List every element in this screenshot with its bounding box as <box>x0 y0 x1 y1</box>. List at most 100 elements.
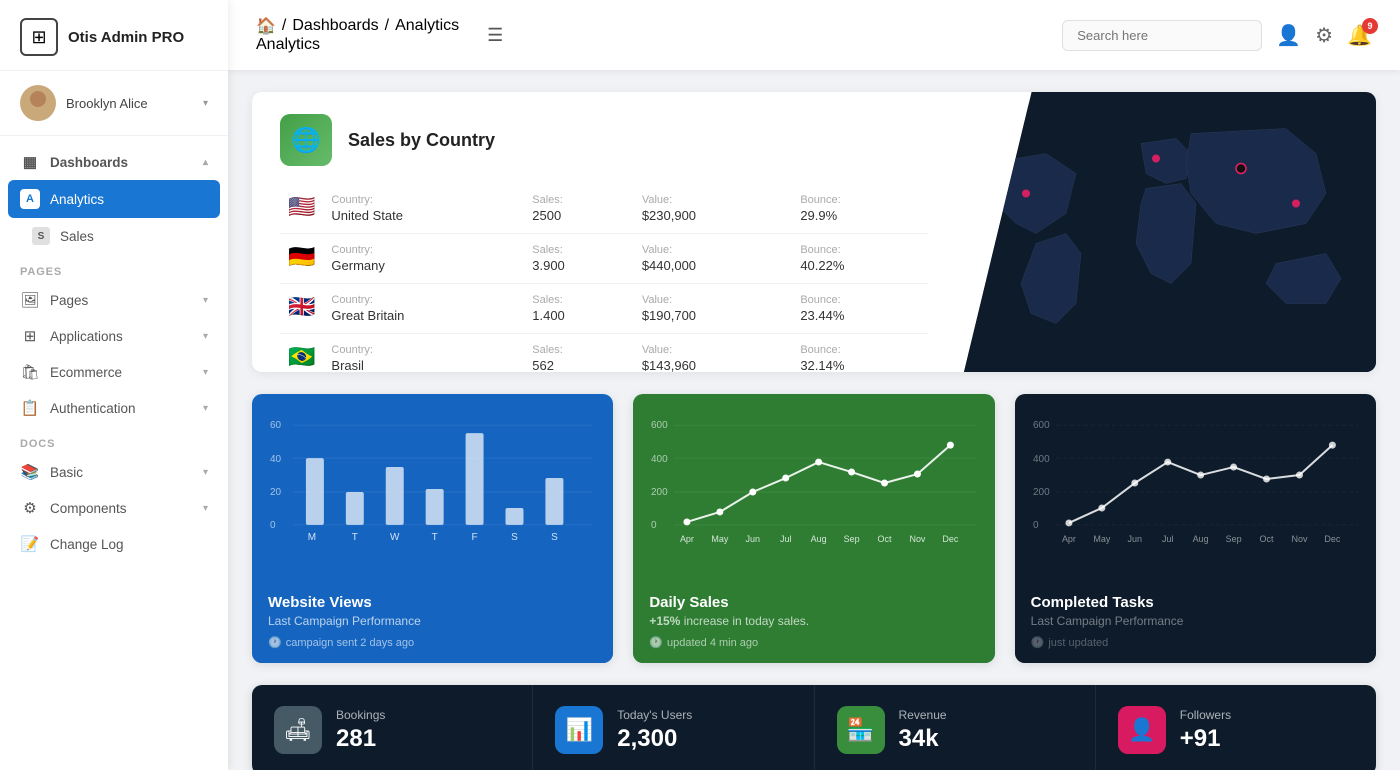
svg-text:Jun: Jun <box>746 534 760 544</box>
sidebar-item-authentication[interactable]: 📋 Authentication ▾ <box>0 390 228 426</box>
sidebar-item-applications[interactable]: ⊞ Applications ▾ <box>0 318 228 354</box>
svg-text:May: May <box>712 534 729 544</box>
daily-sales-subtitle: +15% increase in today sales. <box>649 614 978 628</box>
svg-text:Sep: Sep <box>844 534 860 544</box>
sales-card-title: Sales by Country <box>348 130 495 151</box>
svg-text:S: S <box>551 532 558 543</box>
bounce-cell: Bounce: 40.22% <box>792 234 928 284</box>
analytics-icon: A <box>20 189 40 209</box>
sales-label: Sales <box>60 229 208 244</box>
country-table: 🇺🇸 Country: United State Sales: 2500 Val… <box>280 184 928 372</box>
today-users-label: Today's Users <box>617 708 692 722</box>
today-users-icon: 📊 <box>555 706 603 754</box>
bookings-label: Bookings <box>336 708 385 722</box>
menu-icon[interactable]: ☰ <box>487 25 503 46</box>
today-users-stat: 📊 Today's Users 2,300 <box>533 685 814 770</box>
page-title: Analytics <box>256 36 459 54</box>
svg-text:60: 60 <box>270 420 282 431</box>
ecommerce-chevron: ▾ <box>203 367 208 378</box>
svg-text:F: F <box>472 532 478 543</box>
svg-text:200: 200 <box>651 487 668 498</box>
daily-sales-highlight: +15% <box>649 614 680 628</box>
daily-sales-title: Daily Sales <box>649 594 978 611</box>
page-content: 🌐 Sales by Country 🇺🇸 Country: United St… <box>228 70 1400 770</box>
sales-cell: Sales: 3.900 <box>524 234 634 284</box>
components-label: Components <box>50 501 193 516</box>
svg-text:Jun: Jun <box>1127 534 1141 544</box>
changelog-icon: 📝 <box>20 535 40 553</box>
settings-icon[interactable]: ⚙ <box>1315 23 1333 48</box>
country-flag: 🇬🇧 <box>280 284 323 334</box>
svg-text:Nov: Nov <box>1291 534 1307 544</box>
completed-tasks-subtitle: Last Campaign Performance <box>1031 614 1360 628</box>
sidebar-item-sales[interactable]: S Sales <box>0 218 228 254</box>
user-chevron-icon: ▾ <box>203 98 208 109</box>
pages-icon: 🖼 <box>20 291 40 309</box>
svg-text:Sep: Sep <box>1225 534 1241 544</box>
svg-text:0: 0 <box>270 520 276 531</box>
svg-text:May: May <box>1093 534 1110 544</box>
today-users-value: 2,300 <box>617 725 692 753</box>
components-icon: ⚙ <box>20 499 40 517</box>
svg-text:400: 400 <box>1033 454 1050 465</box>
docs-section-label: DOCS <box>0 426 228 454</box>
sidebar-item-ecommerce[interactable]: 🛍 Ecommerce ▾ <box>0 354 228 390</box>
bounce-cell: Bounce: 32.14% <box>792 334 928 373</box>
website-views-title: Website Views <box>268 594 597 611</box>
value-cell: Value: $190,700 <box>634 284 793 334</box>
country-name-cell: Country: Great Britain <box>323 284 524 334</box>
svg-text:Apr: Apr <box>1062 534 1076 544</box>
bounce-cell: Bounce: 23.44% <box>792 284 928 334</box>
svg-text:Dec: Dec <box>1324 534 1340 544</box>
sidebar-item-components[interactable]: ⚙ Components ▾ <box>0 490 228 526</box>
sidebar-item-changelog[interactable]: 📝 Change Log <box>0 526 228 562</box>
bounce-cell: Bounce: 29.9% <box>792 184 928 234</box>
svg-text:600: 600 <box>651 420 668 431</box>
revenue-value: 34k <box>899 725 947 753</box>
daily-sales-meta: 🕐 updated 4 min ago <box>649 636 978 649</box>
website-views-chart: 60 40 20 0 <box>252 394 613 580</box>
components-chevron: ▾ <box>203 503 208 514</box>
breadcrumb: 🏠 / Dashboards / Analytics Analytics <box>256 16 459 54</box>
website-views-card: 60 40 20 0 <box>252 394 613 663</box>
followers-label: Followers <box>1180 708 1231 722</box>
bookings-icon: 🛋 <box>274 706 322 754</box>
sidebar-item-basic[interactable]: 📚 Basic ▾ <box>0 454 228 490</box>
home-icon: 🏠 <box>256 16 276 36</box>
svg-text:Oct: Oct <box>878 534 892 544</box>
sidebar-item-pages[interactable]: 🖼 Pages ▾ <box>0 282 228 318</box>
completed-tasks-card: 600 400 200 0 <box>1015 394 1376 663</box>
table-row: 🇧🇷 Country: Brasil Sales: 562 Value: $14… <box>280 334 928 373</box>
user-profile-icon[interactable]: 👤 <box>1276 23 1301 48</box>
bookings-stat: 🛋 Bookings 281 <box>252 685 533 770</box>
country-flag: 🇺🇸 <box>280 184 323 234</box>
sidebar-item-analytics[interactable]: A Analytics <box>8 180 220 218</box>
svg-text:0: 0 <box>1033 520 1039 531</box>
daily-sales-info: Daily Sales +15% increase in today sales… <box>633 580 994 663</box>
daily-sales-card: 600 400 200 0 <box>633 394 994 663</box>
ecommerce-icon: 🛍 <box>20 363 40 381</box>
revenue-text: Revenue 34k <box>899 708 947 753</box>
auth-label: Authentication <box>50 401 193 416</box>
completed-tasks-info: Completed Tasks Last Campaign Performanc… <box>1015 580 1376 663</box>
notifications-icon[interactable]: 🔔 9 <box>1347 23 1372 48</box>
svg-text:T: T <box>432 532 438 543</box>
svg-text:Dec: Dec <box>943 534 959 544</box>
svg-text:Oct: Oct <box>1259 534 1273 544</box>
basic-icon: 📚 <box>20 463 40 481</box>
search-input[interactable] <box>1062 20 1262 51</box>
completed-tasks-chart: 600 400 200 0 <box>1015 394 1376 580</box>
basic-label: Basic <box>50 465 193 480</box>
stats-row: 🛋 Bookings 281 📊 Today's Users 2,300 🏪 R… <box>252 685 1376 770</box>
sidebar-item-dashboards[interactable]: ▦ Dashboards ▴ <box>0 144 228 180</box>
completed-tasks-title: Completed Tasks <box>1031 594 1360 611</box>
svg-text:Nov: Nov <box>910 534 926 544</box>
sales-cell: Sales: 2500 <box>524 184 634 234</box>
breadcrumb-sep2: / <box>385 17 389 35</box>
clock-icon-3: 🕐 <box>1031 636 1045 649</box>
clock-icon-2: 🕐 <box>649 636 663 649</box>
sidebar-user[interactable]: Brooklyn Alice ▾ <box>0 71 228 136</box>
basic-chevron: ▾ <box>203 467 208 478</box>
sales-cell: Sales: 1.400 <box>524 284 634 334</box>
svg-text:20: 20 <box>270 487 282 498</box>
